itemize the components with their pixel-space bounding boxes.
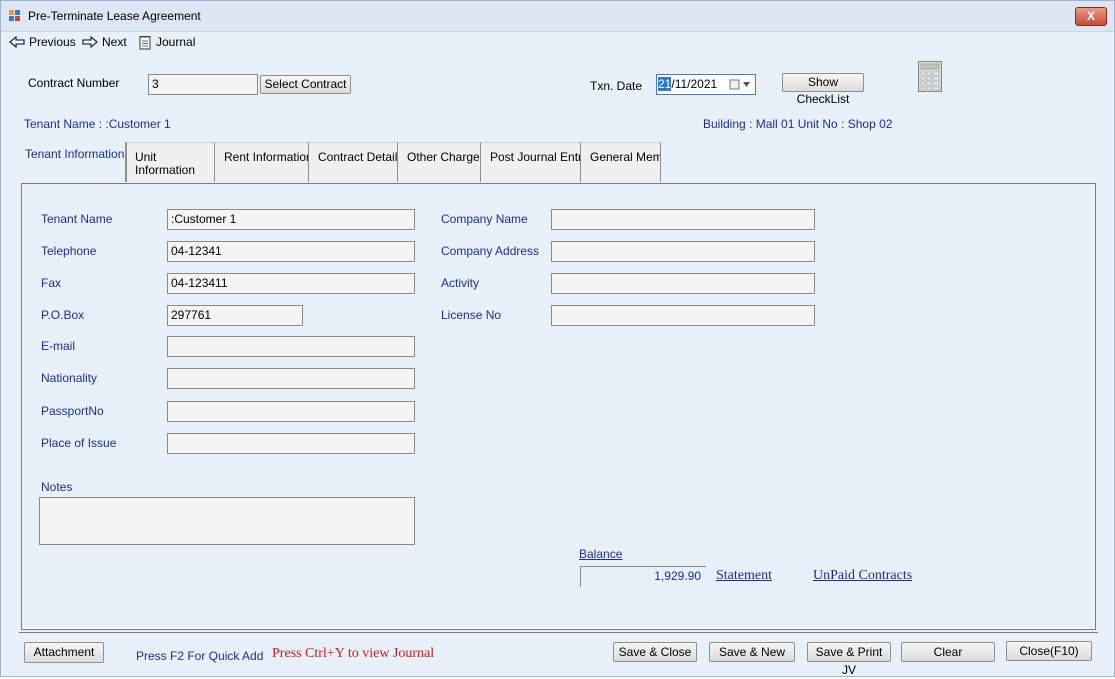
- save-new-button[interactable]: Save & New: [709, 642, 795, 662]
- select-contract-button[interactable]: Select Contract: [260, 75, 351, 94]
- balance-link[interactable]: Balance: [579, 547, 622, 561]
- txn-date-rest: /11/2021: [671, 77, 718, 91]
- arrow-right-icon: [82, 36, 98, 48]
- calendar-dropdown-icon[interactable]: [729, 79, 753, 90]
- place-of-issue-field[interactable]: [167, 433, 415, 454]
- passport-label: PassportNo: [41, 404, 104, 418]
- journal-icon: [139, 35, 151, 49]
- company-name-field[interactable]: [551, 209, 815, 230]
- license-no-field[interactable]: [551, 305, 815, 326]
- pobox-field[interactable]: 297761: [167, 305, 303, 326]
- tenant-name-field[interactable]: :Customer 1: [167, 209, 415, 230]
- txn-date-label: Txn. Date: [590, 79, 643, 93]
- tab-post-journal-entry[interactable]: Post Journal Entry: [481, 142, 581, 182]
- nationality-label: Nationality: [41, 371, 98, 385]
- tab-label: Other Charges: [407, 150, 481, 164]
- pobox-label: P.O.Box: [41, 308, 85, 322]
- balance-value: 1,929.90: [580, 566, 706, 587]
- tab-label-line2: Information: [135, 163, 196, 177]
- next-button[interactable]: Next: [82, 34, 127, 50]
- tab-unit-information[interactable]: Unit Information: [126, 142, 215, 182]
- journal-button[interactable]: Journal: [138, 34, 195, 50]
- lease-window: Pre-Terminate Lease Agreement X Previous…: [0, 0, 1115, 677]
- unpaid-contracts-link[interactable]: UnPaid Contracts: [813, 568, 912, 584]
- passport-field[interactable]: [167, 401, 415, 422]
- fax-field[interactable]: 04-123411: [167, 273, 415, 294]
- calculator-icon[interactable]: [918, 61, 942, 92]
- activity-label: Activity: [441, 276, 480, 290]
- tab-other-charges[interactable]: Other Charges: [398, 142, 481, 182]
- notes-textarea[interactable]: [39, 497, 415, 545]
- fax-label: Fax: [41, 276, 62, 290]
- save-close-button[interactable]: Save & Close: [613, 642, 697, 662]
- show-checklist-button[interactable]: Show CheckList: [782, 73, 864, 106]
- activity-field[interactable]: [551, 273, 815, 294]
- tab-label: Post Journal Entry: [490, 150, 581, 164]
- txn-date-picker[interactable]: 21/11/2021: [656, 74, 756, 95]
- tab-contract-details[interactable]: Contract Details: [309, 142, 398, 182]
- clear-button[interactable]: Clear: [901, 642, 995, 662]
- previous-label: Previous: [29, 35, 76, 49]
- building-unit-info: Building : Mall 01 Unit No : Shop 02: [703, 117, 893, 131]
- attachment-button[interactable]: Attachment: [24, 642, 104, 663]
- tab-rent-information[interactable]: Rent Information: [215, 142, 309, 182]
- title-bar: Pre-Terminate Lease Agreement X: [1, 1, 1114, 32]
- email-label: E-mail: [41, 339, 76, 353]
- window-title: Pre-Terminate Lease Agreement: [28, 9, 201, 23]
- save-print-jv-button[interactable]: Save & Print JV: [807, 642, 891, 677]
- close-f10-button[interactable]: Close(F10): [1006, 641, 1092, 661]
- tenant-name-info: Tenant Name : :Customer 1: [24, 117, 171, 131]
- company-address-field[interactable]: [551, 241, 815, 262]
- tenant-name-label: Tenant Name: [41, 212, 113, 226]
- tab-label: Contract Details: [318, 150, 398, 164]
- tab-general-memo[interactable]: General Memo: [581, 142, 661, 182]
- statement-link[interactable]: Statement: [716, 568, 772, 584]
- journal-label: Journal: [156, 35, 196, 49]
- contract-number-label: Contract Number: [28, 76, 120, 90]
- close-icon: X: [1086, 9, 1095, 23]
- email-field[interactable]: [167, 336, 415, 357]
- place-of-issue-label: Place of Issue: [41, 436, 117, 450]
- license-no-label: License No: [441, 308, 502, 322]
- nationality-field[interactable]: [167, 368, 415, 389]
- txn-date-day: 21: [658, 77, 672, 91]
- company-address-label: Company Address: [441, 244, 540, 258]
- company-name-label: Company Name: [441, 212, 528, 226]
- f2-hint: Press F2 For Quick Add: [136, 649, 264, 663]
- tab-label: Unit: [135, 150, 157, 164]
- previous-button[interactable]: Previous: [9, 34, 76, 50]
- tab-tenant-information[interactable]: Tenant Information: [21, 142, 126, 182]
- contract-number-input[interactable]: 3: [148, 74, 258, 95]
- telephone-field[interactable]: 04-12341: [167, 241, 415, 262]
- tab-label: General Memo: [590, 150, 660, 164]
- app-icon: [9, 10, 20, 21]
- arrow-left-icon: [9, 36, 25, 48]
- tab-label: Tenant Information: [25, 147, 125, 161]
- ctrl-y-hint: Press Ctrl+Y to view Journal: [272, 646, 435, 661]
- next-label: Next: [102, 35, 127, 49]
- tab-label: Rent Information: [224, 150, 309, 164]
- window-close-button[interactable]: X: [1075, 7, 1107, 26]
- notes-label: Notes: [41, 480, 73, 494]
- footer-divider: [19, 632, 1098, 633]
- telephone-label: Telephone: [41, 244, 97, 258]
